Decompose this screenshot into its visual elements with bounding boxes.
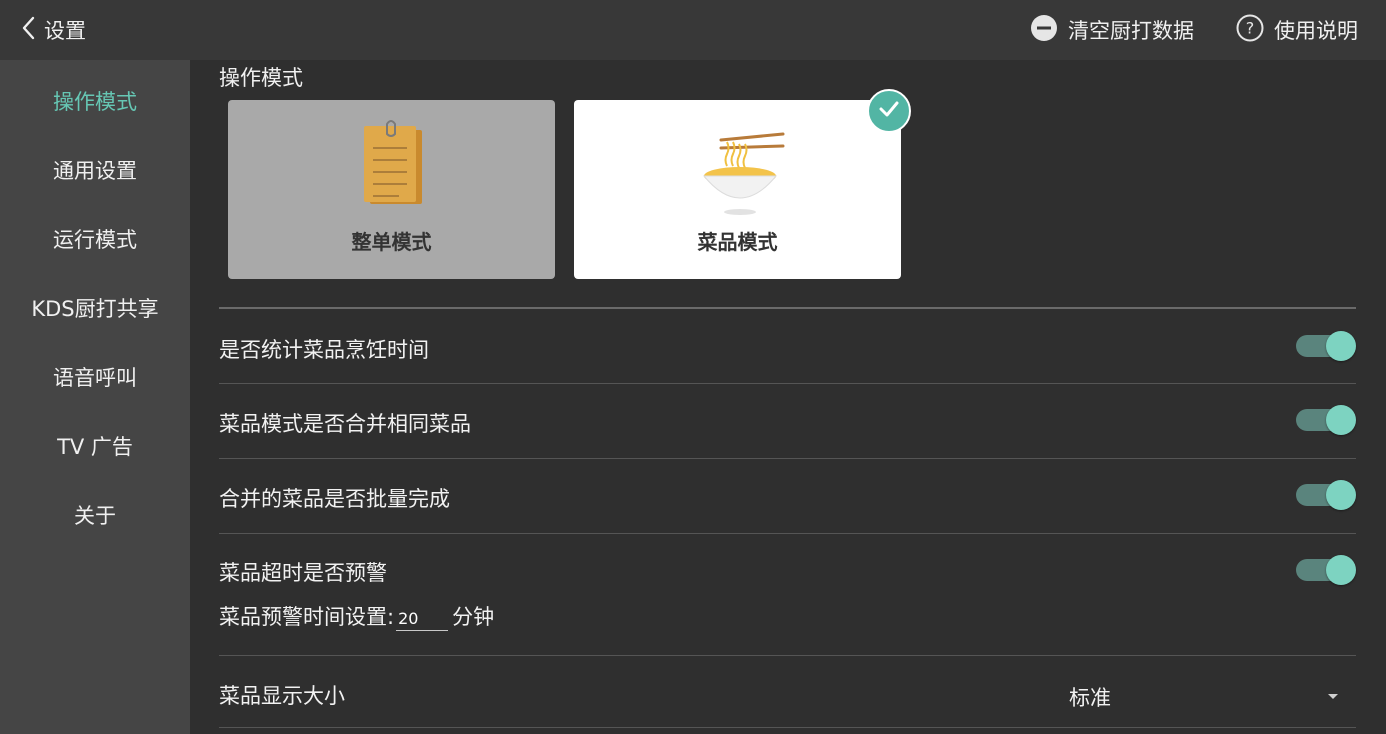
sidebar: 操作模式 通用设置 运行模式 KDS厨打共享 语音呼叫 TV 广告 关于: [0, 60, 190, 734]
setting-label-batch-complete: 合并的菜品是否批量完成: [219, 487, 450, 511]
noodle-bowl-icon: [683, 120, 793, 220]
sidebar-item-tv-ads[interactable]: TV 广告: [0, 411, 190, 480]
toggle-thumb: [1326, 555, 1356, 585]
divider: [219, 307, 1356, 309]
back-label: 设置: [44, 19, 86, 43]
chevron-left-icon: [20, 15, 38, 45]
sidebar-item-general-settings[interactable]: 通用设置: [0, 135, 190, 204]
toggle-thumb: [1326, 480, 1356, 510]
help-button[interactable]: ? 使用说明: [1236, 14, 1358, 46]
toggle-thumb: [1326, 405, 1356, 435]
setting-label-timeout-warning: 菜品超时是否预警: [219, 561, 387, 585]
help-label: 使用说明: [1274, 19, 1358, 43]
toggle-thumb: [1326, 331, 1356, 361]
selected-check-badge: [867, 89, 911, 133]
warn-time-setting: 菜品预警时间设置: 分钟: [219, 601, 494, 631]
sidebar-item-voice-call[interactable]: 语音呼叫: [0, 342, 190, 411]
minus-circle-icon: [1030, 14, 1058, 46]
display-size-select[interactable]: 标准: [1069, 680, 1356, 714]
divider: [219, 383, 1356, 384]
question-circle-icon: ?: [1236, 14, 1264, 46]
setting-label-merge-dishes: 菜品模式是否合并相同菜品: [219, 412, 471, 436]
toggle-merge-dishes[interactable]: [1296, 403, 1356, 437]
section-title: 操作模式: [219, 66, 303, 90]
mode-card-whole-order[interactable]: 整单模式: [228, 100, 555, 279]
notepad-icon: [337, 120, 447, 220]
display-size-value: 标准: [1069, 686, 1111, 710]
warn-time-unit: 分钟: [452, 605, 495, 629]
mode-card-dish[interactable]: 菜品模式: [574, 100, 901, 279]
divider: [219, 458, 1356, 459]
warn-time-input[interactable]: [396, 607, 449, 631]
mode-label-dish: 菜品模式: [697, 230, 778, 254]
warn-time-label: 菜品预警时间设置:: [219, 605, 395, 629]
check-icon: [876, 96, 902, 126]
svg-text:?: ?: [1246, 19, 1255, 38]
toggle-batch-complete[interactable]: [1296, 478, 1356, 512]
divider: [219, 655, 1356, 656]
back-button[interactable]: 设置: [20, 0, 86, 60]
sidebar-item-operation-mode[interactable]: 操作模式: [0, 66, 190, 135]
toggle-timeout-warning[interactable]: [1296, 553, 1356, 587]
divider: [219, 727, 1356, 728]
caret-down-icon: [1328, 694, 1338, 699]
main-panel: 操作模式 整单模式 菜品模式 是否统计菜品烹饪时间 菜品模式是否合并相同菜品 合…: [219, 60, 1356, 734]
setting-label-cooking-time: 是否统计菜品烹饪时间: [219, 338, 429, 362]
sidebar-item-run-mode[interactable]: 运行模式: [0, 204, 190, 273]
clear-data-label: 清空厨打数据: [1068, 19, 1194, 43]
sidebar-item-kds-share[interactable]: KDS厨打共享: [0, 273, 190, 342]
setting-label-display-size: 菜品显示大小: [219, 684, 345, 708]
sidebar-item-about[interactable]: 关于: [0, 480, 190, 549]
mode-label-whole-order: 整单模式: [351, 230, 432, 254]
clear-data-button[interactable]: 清空厨打数据: [1030, 14, 1194, 46]
divider: [219, 533, 1356, 534]
top-bar: 设置 清空厨打数据 ? 使用说明: [0, 0, 1386, 60]
toggle-cooking-time[interactable]: [1296, 329, 1356, 363]
